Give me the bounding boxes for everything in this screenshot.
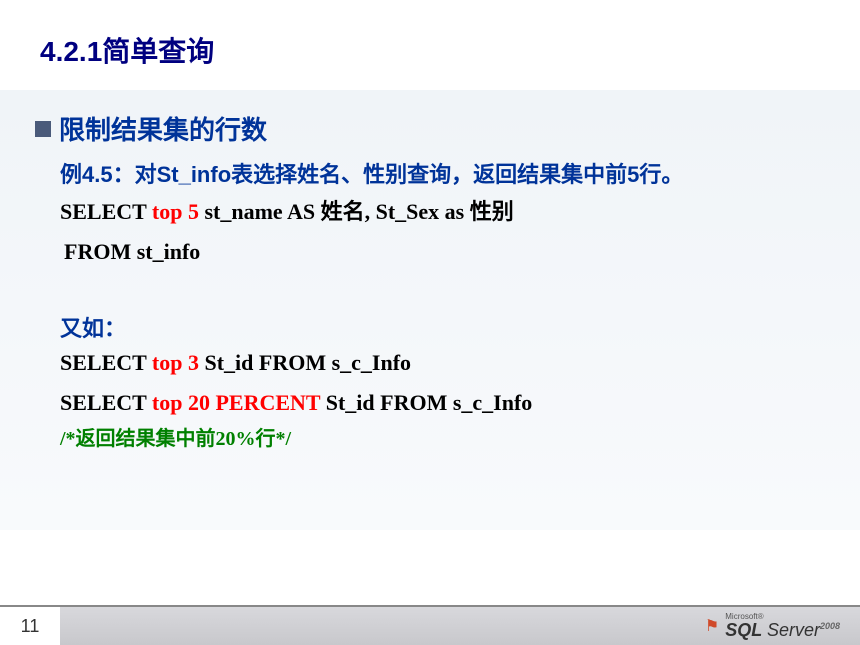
sql-logo-icon: ⚑ bbox=[705, 616, 719, 636]
bullet-icon bbox=[35, 121, 51, 137]
sql-rest: St_id FROM s_c_Info bbox=[199, 350, 411, 375]
sql-top-keyword: top 3 bbox=[152, 350, 199, 375]
sql-logo-text: Microsoft® SQL Server2008 bbox=[725, 613, 840, 639]
section-header: 限制结果集的行数 bbox=[35, 110, 820, 147]
sql-server-logo: ⚑ Microsoft® SQL Server2008 bbox=[705, 613, 840, 639]
sql-statement-3: SELECT top 20 PERCENT St_id FROM s_c_Inf… bbox=[60, 383, 820, 423]
logo-sql-server: SQL Server2008 bbox=[725, 621, 840, 639]
slide-title: 4.2.1简单查询 bbox=[0, 0, 860, 90]
sql-statement-1: SELECT top 5 st_name AS 姓名, St_Sex as 性别 bbox=[60, 192, 820, 232]
sql-select-keyword: SELECT bbox=[60, 390, 152, 415]
sql-select-keyword: SELECT bbox=[60, 199, 152, 224]
sql-from-clause-1: FROM st_info bbox=[64, 232, 820, 272]
page-number: 11 bbox=[0, 605, 60, 645]
section-title: 限制结果集的行数 bbox=[59, 110, 267, 147]
example-label-2: 又如： bbox=[60, 311, 820, 343]
sql-statement-2: SELECT top 3 St_id FROM s_c_Info bbox=[60, 343, 820, 383]
footer-bar: ⚑ Microsoft® SQL Server2008 bbox=[60, 605, 860, 645]
slide-footer: 11 ⚑ Microsoft® SQL Server2008 bbox=[0, 605, 860, 645]
sql-top-percent-keyword: top 20 PERCENT bbox=[152, 390, 320, 415]
example-description: 例4.5：对St_info表选择姓名、性别查询，返回结果集中前5行。 bbox=[60, 157, 820, 192]
sql-columns: st_name AS 姓名, St_Sex as 性别 bbox=[199, 199, 514, 224]
sql-top-keyword: top 5 bbox=[152, 199, 199, 224]
sql-select-keyword: SELECT bbox=[60, 350, 152, 375]
sql-rest: St_id FROM s_c_Info bbox=[320, 390, 532, 415]
sql-comment: /*返回结果集中前20%行*/ bbox=[60, 423, 820, 455]
content-area: 限制结果集的行数 例4.5：对St_info表选择姓名、性别查询，返回结果集中前… bbox=[0, 90, 860, 530]
